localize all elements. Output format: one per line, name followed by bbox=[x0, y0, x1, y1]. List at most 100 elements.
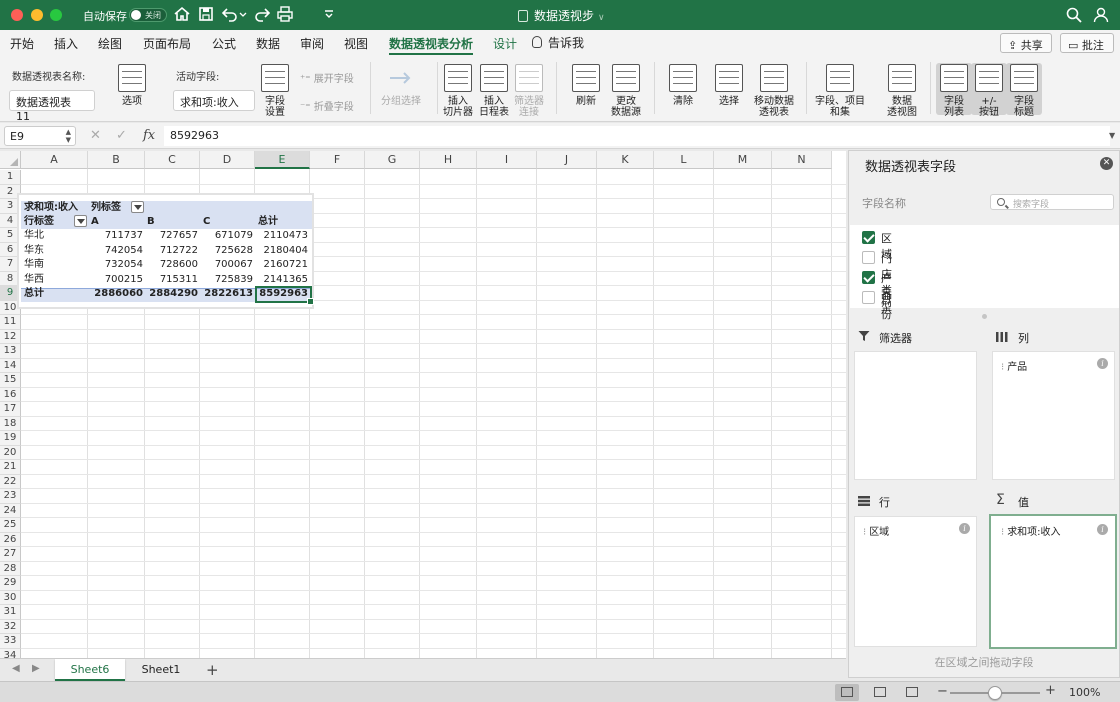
insert-slicer-button[interactable]: 插入 切片器 bbox=[443, 64, 473, 118]
move-pivottable-button[interactable]: 移动数据 透视表 bbox=[752, 64, 796, 118]
row-header-21[interactable]: 21 bbox=[0, 460, 21, 475]
save-icon[interactable] bbox=[197, 5, 215, 23]
row-header-29[interactable]: 29 bbox=[0, 576, 21, 591]
page-break-view-button[interactable] bbox=[900, 684, 924, 701]
clear-button[interactable]: 清除 bbox=[662, 64, 704, 107]
row-header-24[interactable]: 24 bbox=[0, 503, 21, 518]
column-filter-dropdown-icon[interactable] bbox=[131, 201, 144, 213]
column-field-chip[interactable]: ⁝ 产品 bbox=[1001, 358, 1027, 373]
checkbox-unchecked[interactable] bbox=[862, 251, 875, 264]
pivot-row-label[interactable]: 华北 bbox=[24, 229, 44, 243]
pivot-col-header[interactable]: A bbox=[91, 215, 99, 229]
pivot-row-label[interactable]: 华南 bbox=[24, 258, 44, 272]
values-drop-area[interactable]: ⁝ 求和项:收入 i bbox=[989, 514, 1117, 649]
row-field-chip[interactable]: ⁝ 区域 bbox=[863, 523, 889, 538]
account-icon[interactable] bbox=[1093, 7, 1109, 23]
undo-dropdown-icon[interactable] bbox=[238, 5, 248, 23]
pivot-value-cell[interactable]: 2141365 bbox=[253, 273, 308, 287]
column-header-m[interactable]: M bbox=[714, 151, 772, 169]
plus-minus-buttons-button[interactable]: +/- 按钮 bbox=[971, 64, 1007, 118]
comments-button[interactable]: ▭ 批注 bbox=[1060, 33, 1114, 53]
row-header-26[interactable]: 26 bbox=[0, 532, 21, 547]
row-header-28[interactable]: 28 bbox=[0, 561, 21, 576]
fields-items-sets-button[interactable]: 字段、项目 和集 bbox=[812, 64, 868, 118]
pivot-col-header[interactable]: C bbox=[203, 215, 210, 229]
row-header-25[interactable]: 25 bbox=[0, 518, 21, 533]
zoom-in-button[interactable]: + bbox=[1045, 683, 1056, 698]
row-header-33[interactable]: 33 bbox=[0, 634, 21, 649]
tab-design[interactable]: 设计 bbox=[493, 35, 517, 52]
filters-drop-area[interactable] bbox=[854, 351, 977, 480]
pivot-value-cell[interactable]: 712722 bbox=[143, 244, 198, 258]
change-data-source-button[interactable]: 更改 数据源 bbox=[608, 64, 644, 118]
row-header-19[interactable]: 19 bbox=[0, 431, 21, 446]
sheet-tab-sheet1[interactable]: Sheet1 bbox=[127, 659, 195, 681]
tab-formulas[interactable]: 公式 bbox=[212, 35, 236, 52]
row-header-32[interactable]: 32 bbox=[0, 619, 21, 634]
select-button[interactable]: 选择 bbox=[708, 64, 750, 107]
pivot-total-cell[interactable]: 2886060 bbox=[88, 287, 143, 301]
expand-field-button[interactable]: ⁺⁼ 展开字段 bbox=[300, 70, 354, 85]
field-search-input[interactable]: 搜索字段 bbox=[990, 194, 1114, 210]
field-settings-button[interactable]: 字段 设置 bbox=[260, 64, 290, 118]
value-field-chip[interactable]: ⁝ 求和项:收入 bbox=[1001, 523, 1061, 538]
zoom-slider-handle[interactable] bbox=[988, 686, 1002, 700]
print-icon[interactable] bbox=[276, 5, 294, 23]
sheet-tab-sheet6[interactable]: Sheet6 bbox=[55, 659, 125, 681]
field-list-button[interactable]: 字段 列表 bbox=[936, 64, 972, 118]
minimize-window-button[interactable] bbox=[31, 9, 43, 21]
row-header-1[interactable]: 1 bbox=[0, 170, 21, 185]
row-header-34[interactable]: 34 bbox=[0, 648, 21, 658]
column-header-c[interactable]: C bbox=[145, 151, 200, 169]
page-layout-view-button[interactable] bbox=[868, 684, 892, 701]
row-header-31[interactable]: 31 bbox=[0, 605, 21, 620]
row-header-13[interactable]: 13 bbox=[0, 344, 21, 359]
prev-sheet-icon[interactable]: ◀ bbox=[12, 663, 20, 674]
tab-data[interactable]: 数据 bbox=[256, 35, 280, 52]
pivot-col-header[interactable]: 总计 bbox=[258, 215, 278, 229]
column-header-b[interactable]: B bbox=[88, 151, 145, 169]
rows-drop-area[interactable]: ⁝ 区域 i bbox=[854, 516, 977, 647]
pivot-value-cell[interactable]: 671079 bbox=[198, 229, 253, 243]
checkbox-checked[interactable] bbox=[862, 271, 875, 284]
column-header-j[interactable]: J bbox=[537, 151, 597, 169]
next-sheet-icon[interactable]: ▶ bbox=[32, 663, 40, 674]
pivot-value-cell[interactable]: 700215 bbox=[88, 273, 143, 287]
pivot-value-cell[interactable]: 700067 bbox=[198, 258, 253, 272]
customize-toolbar-icon[interactable] bbox=[322, 5, 336, 23]
filter-connections-button[interactable]: 筛选器 连接 bbox=[512, 64, 546, 118]
spreadsheet-grid[interactable]: ABCDEFGHIJKLMN 1 2 3 4 5 6 7 8 9 10 11 12 13 14 15 16 17… bbox=[0, 151, 846, 658]
tab-review[interactable]: 审阅 bbox=[300, 35, 324, 52]
tab-view[interactable]: 视图 bbox=[344, 35, 368, 52]
checkbox-unchecked[interactable] bbox=[862, 291, 875, 304]
name-box[interactable]: E9 ▲ ▼ bbox=[4, 126, 76, 146]
column-header-i[interactable]: I bbox=[477, 151, 537, 169]
tab-insert[interactable]: 插入 bbox=[54, 35, 78, 52]
close-window-button[interactable] bbox=[11, 9, 23, 21]
column-header-a[interactable]: A bbox=[21, 151, 88, 169]
insert-function-icon[interactable]: fx bbox=[143, 128, 155, 143]
column-header-k[interactable]: K bbox=[597, 151, 654, 169]
pivot-row-label[interactable]: 华东 bbox=[24, 244, 44, 258]
pivotchart-button[interactable]: 数据 透视图 bbox=[882, 64, 922, 118]
column-header-d[interactable]: D bbox=[200, 151, 255, 169]
checkbox-checked[interactable] bbox=[862, 231, 875, 244]
options-button[interactable]: 选项 bbox=[110, 64, 154, 107]
pivot-value-cell[interactable]: 727657 bbox=[143, 229, 198, 243]
column-header-l[interactable]: L bbox=[654, 151, 714, 169]
row-header-16[interactable]: 16 bbox=[0, 387, 21, 402]
row-header-15[interactable]: 15 bbox=[0, 373, 21, 388]
name-box-spinner-icon[interactable]: ▲ ▼ bbox=[66, 128, 71, 144]
active-field-input[interactable]: 求和项:收入 bbox=[173, 90, 255, 111]
tab-page-layout[interactable]: 页面布局 bbox=[143, 35, 191, 52]
pivot-value-cell[interactable]: 732054 bbox=[88, 258, 143, 272]
search-icon[interactable] bbox=[1066, 7, 1082, 23]
columns-drop-area[interactable]: ⁝ 产品 i bbox=[992, 351, 1115, 480]
row-header-27[interactable]: 27 bbox=[0, 547, 21, 562]
row-header-12[interactable]: 12 bbox=[0, 329, 21, 344]
pivot-value-field[interactable]: 求和项:收入 bbox=[24, 201, 78, 215]
pivot-value-cell[interactable]: 711737 bbox=[88, 229, 143, 243]
group-selection-button[interactable]: 分组选择 bbox=[377, 64, 425, 107]
undo-icon[interactable] bbox=[221, 5, 239, 23]
pivot-column-labels[interactable]: 列标签 bbox=[91, 201, 121, 215]
